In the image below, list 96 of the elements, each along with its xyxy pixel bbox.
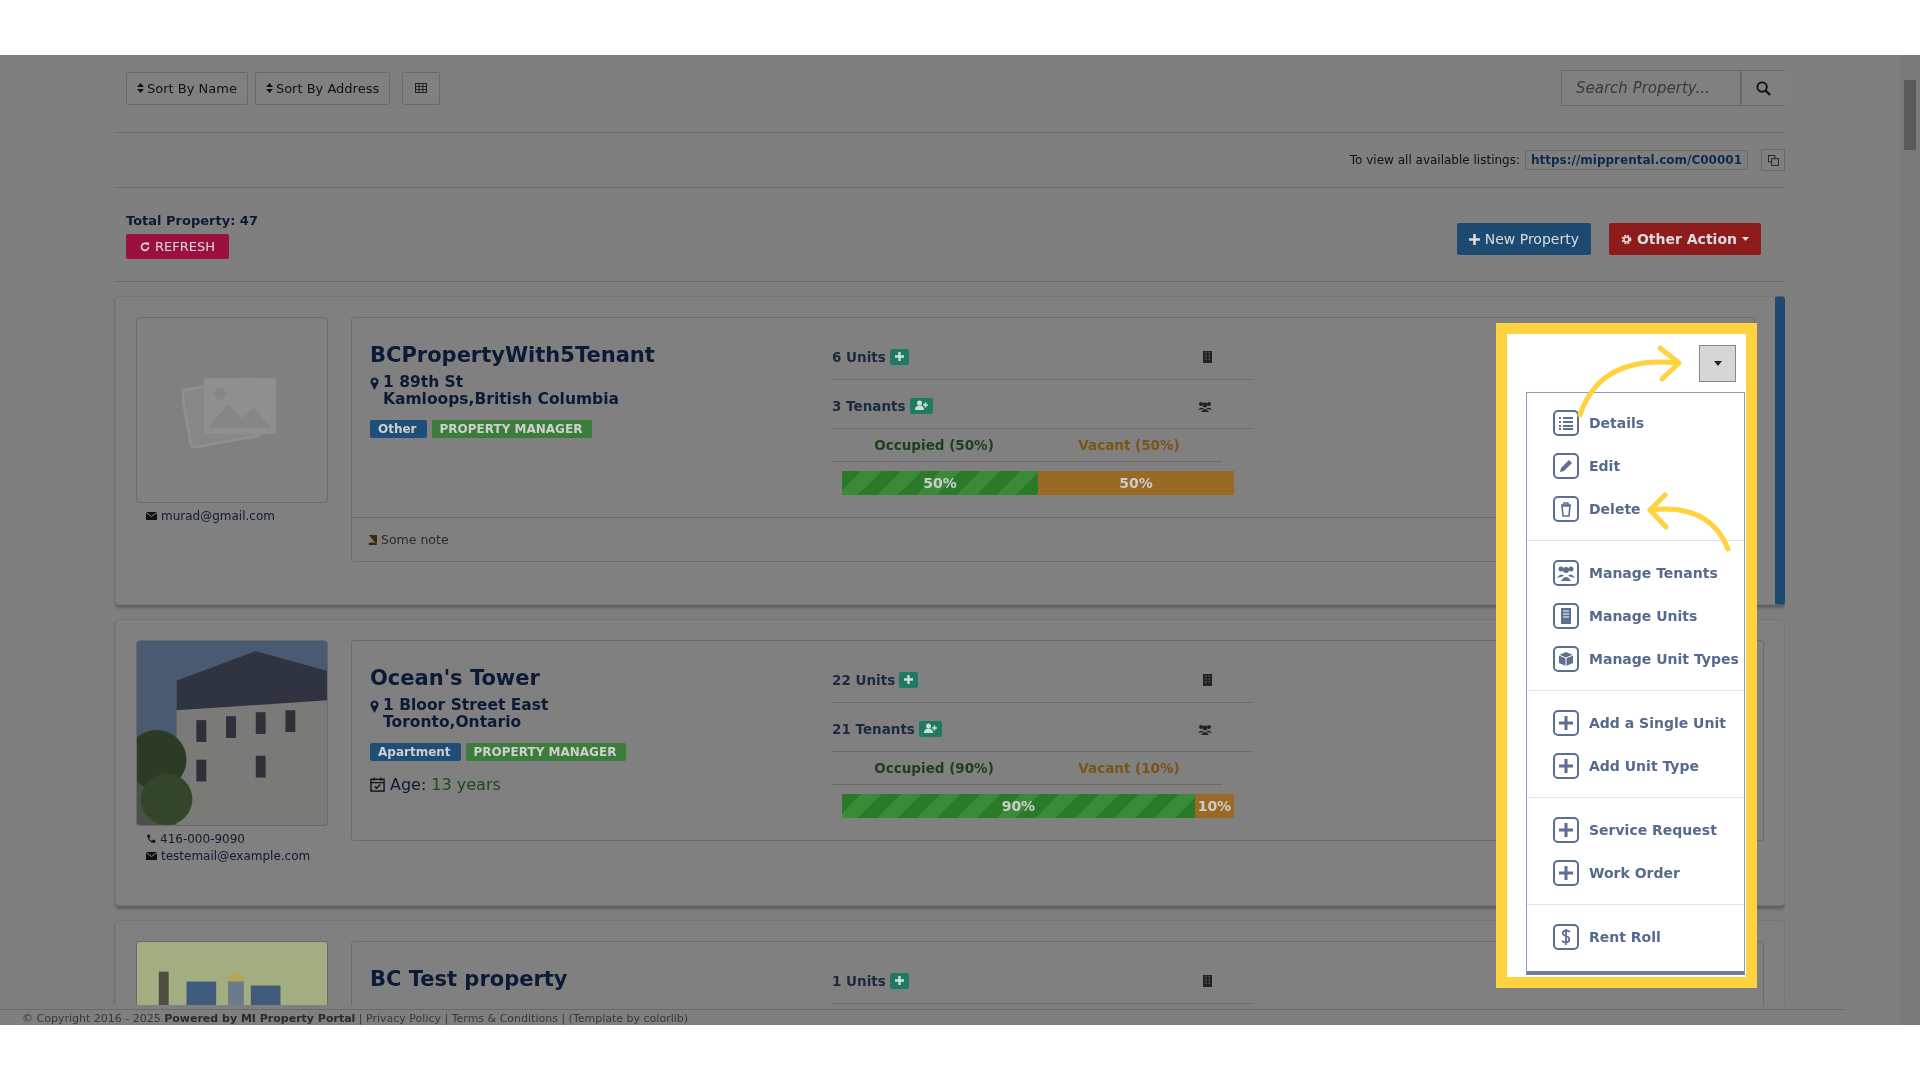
- email-address: murad@gmail.com: [161, 509, 275, 523]
- plus-icon: [1553, 816, 1579, 843]
- property-name[interactable]: Ocean's Tower: [370, 666, 540, 690]
- vacant-label: Vacant (50%): [1078, 437, 1180, 453]
- copy-icon: [1767, 154, 1779, 166]
- plus-icon: [1553, 709, 1579, 736]
- scrollbar[interactable]: [1900, 55, 1920, 1025]
- property-tag: Apartment: [370, 743, 461, 761]
- menu-item[interactable]: Manage Unit Types: [1527, 637, 1744, 680]
- menu-item[interactable]: Add a Single Unit: [1527, 701, 1744, 744]
- email-address: testemail@example.com: [161, 849, 311, 863]
- menu-item[interactable]: Details: [1527, 401, 1744, 444]
- total-property-count: Total Property: 47: [126, 213, 258, 228]
- plus-icon: [1468, 233, 1480, 245]
- plus-icon: [894, 976, 904, 985]
- plus-icon: [904, 675, 914, 684]
- list-icon: [1553, 409, 1579, 436]
- dropdown-toggle[interactable]: [1699, 345, 1736, 382]
- search-button[interactable]: [1741, 70, 1785, 106]
- tenants-count: 21 Tenants: [832, 721, 915, 737]
- footer-text: © Copyright 2016 - 2025 Powered by MI Property Portal | Privacy Policy | Terms & Conditions | (Template by colorlib): [22, 1012, 689, 1025]
- plus-icon: [894, 352, 904, 361]
- occupied-label: Occupied (90%): [874, 760, 994, 776]
- caret-icon: [1742, 237, 1749, 241]
- pencil-icon: [1553, 452, 1579, 479]
- menu-item[interactable]: Rent Roll: [1527, 915, 1744, 958]
- property-note: Some note: [381, 532, 449, 547]
- vacant-percent: 50%: [1118, 474, 1154, 493]
- trash-icon: [1553, 495, 1579, 522]
- gear-icon: [1620, 233, 1632, 245]
- plus-icon: [1553, 752, 1579, 779]
- sort-icon: [265, 83, 273, 93]
- search-field[interactable]: Search Property...: [1561, 70, 1741, 106]
- plus-icon: [1553, 859, 1579, 886]
- building-icon: [1203, 674, 1212, 686]
- add-unit-button[interactable]: [889, 973, 909, 989]
- refresh-icon: [140, 241, 150, 252]
- units-count: 22 Units: [832, 672, 896, 688]
- building-icon: [1203, 351, 1212, 363]
- grid-icon: [415, 83, 428, 93]
- listings-label: To view all available listings:: [1349, 153, 1520, 167]
- calendar-icon: [370, 777, 385, 792]
- menu-item[interactable]: Edit: [1527, 444, 1744, 487]
- age-value: 13 years: [431, 775, 501, 794]
- property-tag: PROPERTY MANAGER: [431, 420, 593, 438]
- new-property-button[interactable]: New Property: [1456, 223, 1591, 255]
- property-tag: Other: [370, 420, 427, 438]
- menu-item[interactable]: Manage Units: [1527, 594, 1744, 637]
- sort-button[interactable]: Sort By Address: [254, 71, 391, 105]
- add-user-icon: [914, 400, 928, 410]
- building-icon: [1203, 975, 1212, 987]
- occupied-label: Occupied (50%): [874, 437, 994, 453]
- menu-item[interactable]: Work Order: [1527, 851, 1744, 894]
- sort-icon: [137, 83, 144, 93]
- phone-number: 416-000-9090: [160, 832, 245, 846]
- listings-link[interactable]: https://mipprental.com/C00001: [1525, 150, 1748, 170]
- menu-item[interactable]: Delete: [1527, 487, 1744, 530]
- occupied-fill: 50%: [842, 471, 1038, 495]
- phone-icon: [146, 834, 156, 844]
- tenants-count: 3 Tenants: [832, 398, 906, 414]
- vacant-percent: 10%: [1196, 797, 1233, 816]
- search-icon: [1756, 80, 1771, 96]
- menu-item[interactable]: Service Request: [1527, 808, 1744, 851]
- vacant-label: Vacant (10%): [1078, 760, 1180, 776]
- map-pin-icon: [370, 700, 379, 713]
- map-pin-icon: [370, 377, 379, 390]
- property-name[interactable]: BCPropertyWith5Tenant: [370, 343, 655, 367]
- caret-icon: [1713, 361, 1722, 366]
- property-address: 1 Bloor Street East Toronto,Ontario: [383, 697, 549, 731]
- add-unit-button[interactable]: [889, 349, 909, 365]
- property-tag: PROPERTY MANAGER: [465, 743, 627, 761]
- people-icon: [1198, 723, 1212, 735]
- units-count: 1 Units: [832, 973, 886, 989]
- other-action-button[interactable]: Other Action: [1608, 223, 1761, 255]
- property-address: 1 89th St Kamloops,British Columbia: [383, 374, 619, 408]
- envelope-icon: [146, 512, 157, 520]
- sort-button[interactable]: Sort By Name: [126, 71, 248, 105]
- building-icon: [1553, 602, 1579, 629]
- add-unit-button[interactable]: [899, 672, 919, 688]
- menu-item[interactable]: Add Unit Type: [1527, 744, 1744, 787]
- envelope-icon: [146, 852, 157, 860]
- add-user-icon: [923, 723, 937, 733]
- add-tenant-button[interactable]: [909, 398, 933, 414]
- copy-button[interactable]: [1761, 149, 1785, 171]
- age-label: Age:: [390, 775, 427, 794]
- menu-item[interactable]: Manage Tenants: [1527, 551, 1744, 594]
- refresh-button[interactable]: REFRESH: [126, 234, 229, 259]
- cube-icon: [1553, 645, 1579, 672]
- occupied-fill: 90%: [842, 794, 1195, 818]
- grid-view-button[interactable]: [402, 71, 441, 105]
- units-count: 6 Units: [832, 349, 886, 365]
- people-icon: [1198, 400, 1212, 412]
- add-tenant-button[interactable]: [918, 721, 942, 737]
- dollar-icon: [1553, 923, 1579, 950]
- property-name[interactable]: BC Test property: [370, 967, 568, 991]
- people-icon: [1553, 559, 1579, 586]
